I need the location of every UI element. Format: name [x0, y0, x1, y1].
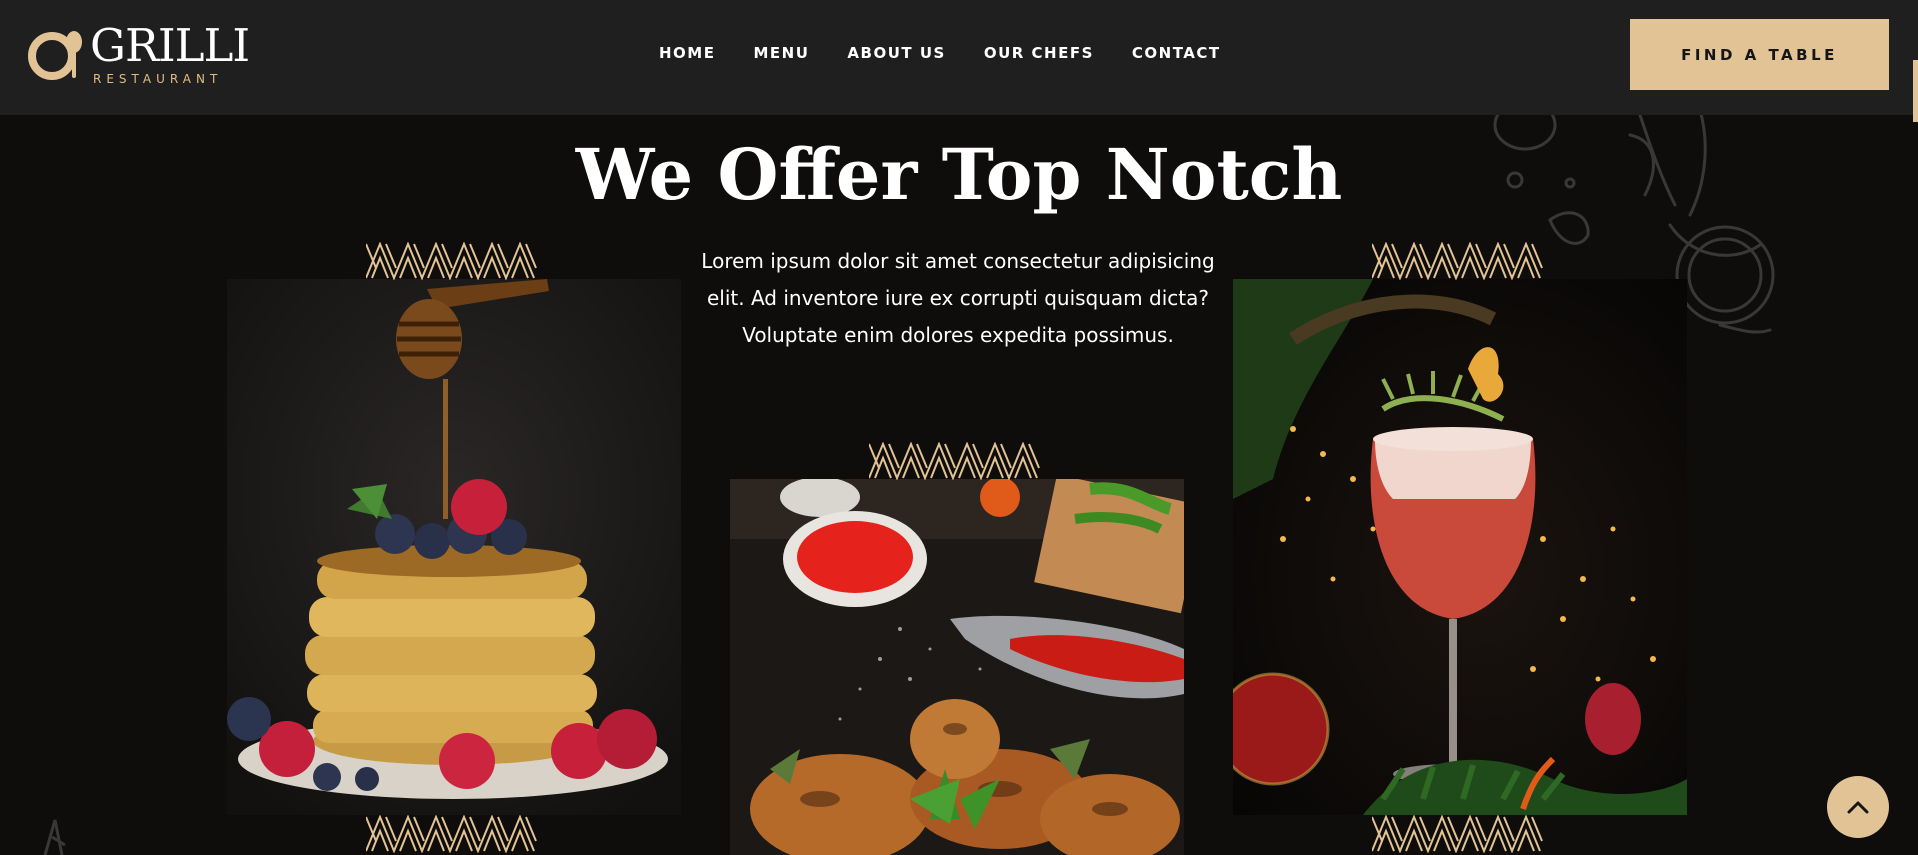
- section-title: We Offer Top Notch: [575, 133, 1343, 216]
- pancakes-image: [227, 279, 681, 815]
- brand-logo[interactable]: GRILLI RESTAURANT: [28, 19, 250, 86]
- scrollbar-thumb[interactable]: [1913, 60, 1918, 122]
- leaf-doodle-decoration: [43, 819, 66, 855]
- pattern-decoration-bottom: [1372, 816, 1543, 852]
- nav-item-contact[interactable]: CONTACT: [1132, 44, 1221, 62]
- nav-item-home[interactable]: HOME: [659, 44, 715, 62]
- dish-card-image[interactable]: [730, 479, 1184, 855]
- pattern-decoration-bottom: [366, 816, 537, 852]
- dish-card-image[interactable]: [1233, 279, 1687, 815]
- section-description: Lorem ipsum dolor sit amet consectetur a…: [701, 249, 1215, 347]
- nav-item-about-us[interactable]: ABOUT US: [847, 44, 945, 62]
- grilled-chicken-image: [730, 479, 1184, 855]
- dish-card-image[interactable]: [227, 279, 681, 815]
- chevron-up-icon: [1847, 801, 1869, 814]
- site-header: GRILLI RESTAURANT HOME MENU ABOUT US OUR…: [0, 0, 1918, 115]
- pattern-decoration-top: [366, 243, 537, 279]
- back-to-top-button[interactable]: [1827, 776, 1889, 838]
- nav-item-our-chefs[interactable]: OUR CHEFS: [984, 44, 1094, 62]
- nav-item-menu[interactable]: MENU: [753, 44, 809, 62]
- cocktail-image: [1233, 279, 1687, 815]
- main-nav: HOME MENU ABOUT US OUR CHEFS CONTACT: [659, 44, 1259, 62]
- pattern-decoration-top: [869, 443, 1040, 479]
- pattern-decoration-top: [1372, 243, 1543, 279]
- brand-tagline: RESTAURANT: [93, 72, 223, 86]
- find-a-table-button[interactable]: FIND A TABLE: [1630, 19, 1889, 90]
- fork-spoon-logo-icon: [28, 31, 82, 80]
- brand-name: GRILLI: [90, 19, 250, 72]
- logo-text: GRILLI RESTAURANT: [90, 19, 250, 86]
